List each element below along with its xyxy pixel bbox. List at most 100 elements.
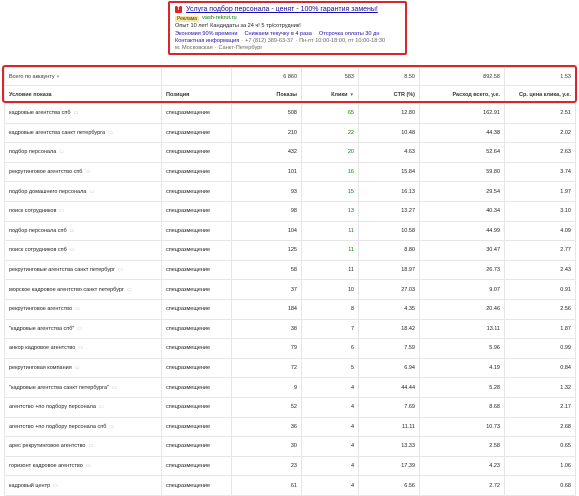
ad-text: Опыт 10 лет! Кандидаты за 24 ч! 5 тр/сот… <box>175 23 301 29</box>
ctr-cell: 6.56 <box>358 475 420 496</box>
keyword-text: поиск сотрудников спб <box>9 247 67 254</box>
table-row: агентство +по подбору персонала ▭ спецразм… <box>4 396 576 418</box>
keyword-info-icon[interactable]: ▭ <box>70 228 75 234</box>
cpc-cell: 2.63 <box>504 142 576 163</box>
ad-sitelink[interactable]: Экономия 90% времени <box>175 31 238 38</box>
keyword-cell: поиск сотрудников ▭ <box>4 200 162 222</box>
clicks-cell: 8 <box>301 298 359 320</box>
keyword-text: кадровые агентства санкт петербурга <box>9 129 106 136</box>
position-cell: спецразмещение <box>161 103 232 124</box>
totals-shows: 6 860 <box>231 67 302 86</box>
table-row: подбор персонала ▭ спецразмещение 432 20 4.63… <box>4 142 576 163</box>
position-cell: спецразмещение <box>161 396 232 418</box>
col-clicks-header[interactable]: Клики ▼ <box>301 85 359 104</box>
cpc-cell: 2.51 <box>504 103 576 124</box>
position-cell: спецразмещение <box>161 357 232 379</box>
totals-ctr: 8.50 <box>358 67 420 86</box>
ad-url-link[interactable]: vash-rekrut.ru <box>202 15 237 22</box>
spend-cell: 44.38 <box>419 122 505 144</box>
position-cell: спецразмещение <box>161 161 232 183</box>
table-row: кадровый центр ▭ спецразмещение 61 4 6.56 2.72… <box>4 475 576 496</box>
keyword-info-icon[interactable]: ▭ <box>85 169 90 175</box>
keyword-info-icon[interactable]: ▭ <box>59 208 64 214</box>
shows-cell: 79 <box>231 338 302 359</box>
shows-cell: 38 <box>231 318 302 340</box>
cpc-cell: 2.56 <box>504 298 576 320</box>
clicks-cell: 7 <box>301 318 359 340</box>
keyword-info-icon[interactable]: ▭ <box>77 326 82 332</box>
keyword-info-icon[interactable]: ▭ <box>73 110 78 116</box>
keyword-info-icon[interactable]: ▭ <box>53 483 58 489</box>
table-row: кадровые агентства спб ▭ спецразмещение 508… <box>4 103 576 124</box>
ctr-cell: 6.94 <box>358 357 420 379</box>
clicks-cell: 13 <box>301 200 359 222</box>
shows-cell: 184 <box>231 298 302 320</box>
keyword-text: кадровые агентства спб <box>9 110 71 117</box>
cpc-cell: 1.97 <box>504 181 576 202</box>
keyword-info-icon[interactable]: ▭ <box>75 306 80 312</box>
shows-cell: 125 <box>231 240 302 261</box>
clicks-cell: 6 <box>301 338 359 359</box>
ctr-cell: 13.33 <box>358 436 420 457</box>
ad-sitelinks: Экономия 90% времени Снижаем текучку в 4… <box>175 31 401 38</box>
cpc-cell: 1.32 <box>504 377 576 398</box>
ad-title-link[interactable]: Услуга подбор персонала - ценят - 100% г… <box>186 5 378 14</box>
keyword-info-icon[interactable]: ▭ <box>99 404 104 410</box>
spend-cell: 52.64 <box>419 142 505 163</box>
keyword-info-icon[interactable]: ▭ <box>109 424 114 430</box>
keyword-cell: анкор кадровое агентство ▭ <box>4 338 162 359</box>
column-header-row: Условие показа Позиция Показы Клики ▼ CTR… <box>4 85 576 104</box>
col-avg-cpc-header[interactable]: Ср. цена клика, у.е. <box>504 85 576 104</box>
col-ctr-header[interactable]: CTR (%) <box>358 85 420 104</box>
keyword-cell: рекрутинговое агентство спб ▭ <box>4 161 162 183</box>
ad-city: Санкт-Петербург <box>218 45 263 51</box>
col-position-header[interactable]: Позиция <box>161 85 232 104</box>
clicks-cell: 15 <box>301 181 359 202</box>
shows-cell: 37 <box>231 279 302 300</box>
keyword-info-icon[interactable]: ▭ <box>89 443 94 449</box>
ad-sitelink[interactable]: Отсрочка оплаты 30 дн <box>319 31 380 38</box>
keyword-info-icon[interactable]: ▭ <box>75 365 80 371</box>
table-row: анкор кадровое агентство ▭ спецразмещение 7… <box>4 338 576 359</box>
table-row: "кадровые агентства санкт петербурга" ▭ сп… <box>4 377 576 398</box>
keyword-info-icon[interactable]: ▭ <box>89 189 94 195</box>
cpc-cell: 0.99 <box>504 338 576 359</box>
position-cell: спецразмещение <box>161 436 232 457</box>
keyword-text: подбор персонала спб <box>9 227 67 234</box>
table-row: морское кадровое агентство санкт петербу… <box>4 279 576 300</box>
keyword-info-icon[interactable]: ▭ <box>127 287 132 293</box>
totals-avg-cpc: 1.53 <box>504 67 576 86</box>
ad-address-row: м. Московская · Санкт-Петербург <box>175 45 263 51</box>
position-cell: спецразмещение <box>161 475 232 496</box>
clicks-cell: 11 <box>301 220 359 242</box>
keyword-info-icon[interactable]: ▭ <box>86 463 91 469</box>
shows-cell: 72 <box>231 357 302 379</box>
keyword-info-icon[interactable]: ▭ <box>78 345 83 351</box>
keyword-info-icon[interactable]: ▭ <box>118 267 123 273</box>
spend-cell: 10.73 <box>419 416 505 438</box>
ad-sitelink[interactable]: Снижаем текучку в 4 раза <box>245 31 312 38</box>
cpc-cell: 2.68 <box>504 416 576 438</box>
keyword-info-icon[interactable]: ▭ <box>112 385 117 391</box>
keyword-text: горизонт кадровое агентство <box>9 462 83 469</box>
position-cell: спецразмещение <box>161 377 232 398</box>
col-condition-header[interactable]: Условие показа <box>4 85 162 104</box>
position-cell: спецразмещение <box>161 122 232 144</box>
shows-cell: 36 <box>231 416 302 438</box>
table-row: поиск сотрудников спб ▭ спецразмещение 125 1… <box>4 240 576 261</box>
spend-cell: 59.80 <box>419 161 505 183</box>
clicks-cell: 4 <box>301 396 359 418</box>
col-shows-header[interactable]: Показы <box>231 85 302 104</box>
ad-contact-link[interactable]: Контактная информация <box>175 38 239 44</box>
keyword-info-icon[interactable]: ▭ <box>59 149 64 155</box>
table-row: агентство +по подбору персонала спб ▭ спец… <box>4 416 576 438</box>
keyword-info-icon[interactable]: ▭ <box>108 130 113 136</box>
ctr-cell: 44.44 <box>358 377 420 398</box>
clicks-cell: 65 <box>301 103 359 124</box>
spend-cell: 4.19 <box>419 357 505 379</box>
keyword-info-icon[interactable]: ▭ <box>70 247 75 253</box>
keyword-cell: подбор домашнего персонала ▭ <box>4 181 162 202</box>
col-spend-header[interactable]: Расход всего, у.е. <box>419 85 505 104</box>
cpc-cell: 2.17 <box>504 396 576 418</box>
keyword-text: морское кадровое агентство санкт петербу… <box>9 286 124 293</box>
